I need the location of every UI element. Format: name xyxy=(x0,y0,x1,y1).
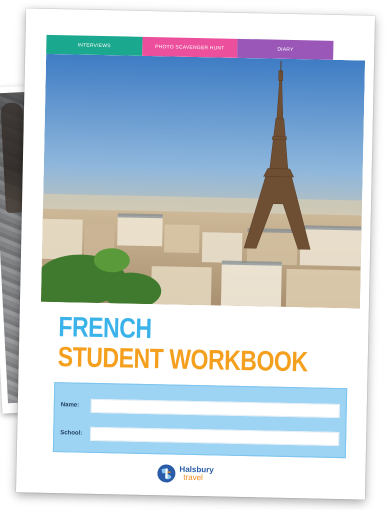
globe-logo-icon xyxy=(157,464,176,483)
workbook-title: FRENCH STUDENT WORKBOOK xyxy=(57,311,358,378)
student-details-form: Name: School: xyxy=(52,382,348,459)
tab-photo-scavenger-hunt: PHOTO SCAVENGER HUNT xyxy=(141,36,238,58)
name-row: Name: xyxy=(61,397,340,418)
school-row: School: xyxy=(60,425,340,446)
school-field[interactable] xyxy=(90,426,340,446)
tab-diary: DIARY xyxy=(237,38,334,60)
paris-eiffel-tower-photo xyxy=(40,53,366,309)
logo-text-travel: travel xyxy=(183,472,203,483)
halsbury-travel-logo: Halsbury travel xyxy=(156,463,214,484)
workbook-cover: INTERVIEWS PHOTO SCAVENGER HUNT DIARY FR… xyxy=(15,8,376,500)
logo-text: Halsbury travel xyxy=(179,465,213,483)
title-student-workbook: STUDENT WORKBOOK xyxy=(57,341,308,378)
tab-interviews: INTERVIEWS xyxy=(46,34,143,56)
school-label: School: xyxy=(60,429,83,437)
name-field[interactable] xyxy=(90,398,340,418)
name-label: Name: xyxy=(60,401,80,409)
